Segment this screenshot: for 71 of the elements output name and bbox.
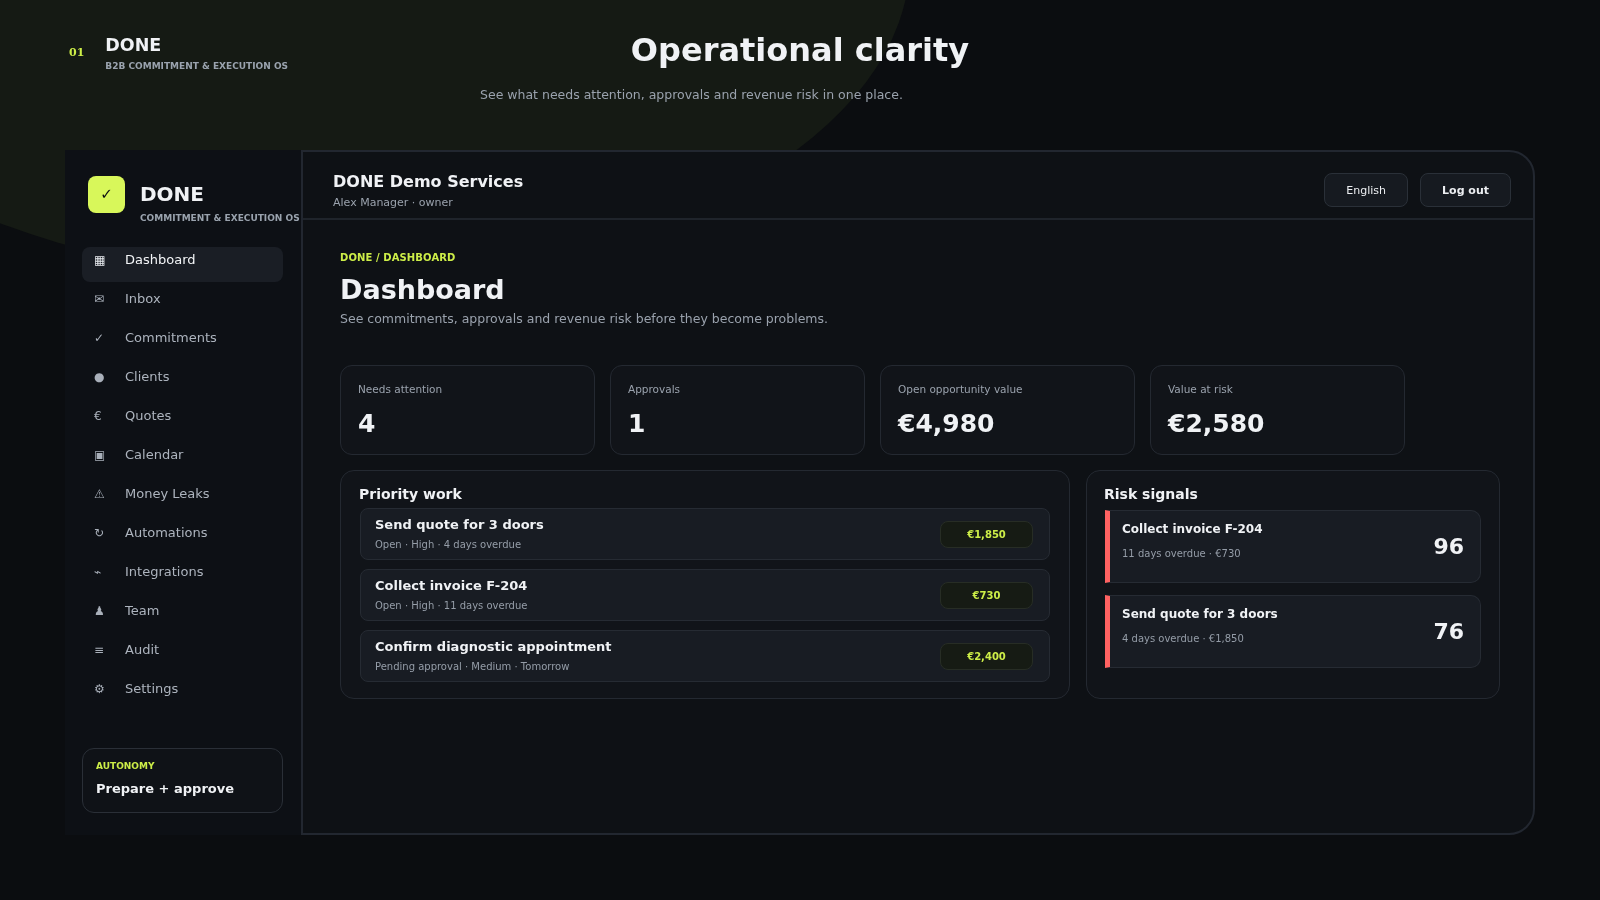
risk-title: Collect invoice F-204: [1122, 521, 1263, 538]
nav-item[interactable]: ✓ Commitments: [82, 325, 283, 360]
nav-item[interactable]: ⌁ Integrations: [82, 559, 283, 594]
checkmark-icon: ✓: [94, 332, 105, 344]
nav-item[interactable]: ≡ Audit: [82, 637, 283, 672]
amount-badge: €2,400: [940, 642, 1033, 670]
task-row[interactable]: Confirm diagnostic appointment Pending approval · Medium · Tomorrow €2,400: [360, 630, 1050, 682]
logout-button[interactable]: Log out: [1420, 173, 1511, 207]
autonomy-label: AUTONOMY: [96, 760, 156, 772]
gear-icon: ⚙: [94, 683, 105, 695]
amount-badge: €730: [940, 581, 1033, 609]
stat-label: Needs attention: [358, 382, 444, 397]
nav-item[interactable]: € Quotes: [82, 403, 283, 438]
step-number: 01: [69, 46, 85, 60]
brand-tagline: B2B COMMITMENT & EXECUTION OS: [105, 60, 289, 72]
nav-item[interactable]: ♟ Team: [82, 598, 283, 633]
grid-icon: ▦: [94, 254, 106, 266]
risk-meta: 4 days overdue · €1,850: [1122, 632, 1245, 646]
hero-subtitle: See what needs attention, approvals and revenue risk in one place.: [480, 86, 904, 104]
nav-item[interactable]: ▣ Calendar: [82, 442, 283, 477]
envelope-icon: ✉: [94, 293, 105, 305]
pawn-icon: ♟: [94, 605, 105, 617]
warning-icon: ⚠: [94, 488, 105, 500]
dot-icon: ●: [94, 371, 105, 383]
task-title: Collect invoice F-204: [375, 577, 528, 595]
language-button[interactable]: English: [1324, 173, 1409, 207]
stat-value: €4,980: [898, 409, 996, 439]
nav-item[interactable]: ↻ Automations: [82, 520, 283, 555]
risk-row[interactable]: Collect invoice F-204 11 days overdue · €730 96: [1105, 510, 1481, 583]
page-description: See commitments, approvals and revenue risk before they become problems.: [340, 310, 829, 328]
euro-icon: €: [94, 410, 102, 422]
autonomy-mode: Prepare + approve: [96, 780, 236, 798]
panel-title: Priority work: [359, 485, 463, 504]
stat-label: Value at risk: [1168, 382, 1234, 397]
brand-name: DONE: [105, 34, 163, 56]
checkmark-logo-icon: ✓: [88, 176, 125, 213]
lines-icon: ≡: [94, 644, 105, 656]
amount-badge: €1,850: [940, 520, 1033, 548]
task-row[interactable]: Send quote for 3 doors Open · High · 4 days overdue €1,850: [360, 508, 1050, 560]
risk-score: 96: [1433, 532, 1464, 561]
hero-title: Operational clarity: [629, 31, 971, 69]
refresh-icon: ↻: [94, 527, 105, 539]
stat-value: 1: [628, 409, 647, 439]
risk-score: 76: [1433, 617, 1464, 646]
risk-row[interactable]: Send quote for 3 doors 4 days overdue · €1,850 76: [1105, 595, 1481, 668]
task-meta: Open · High · 11 days overdue: [375, 599, 528, 613]
risk-title: Send quote for 3 doors: [1122, 606, 1278, 623]
app-name: DONE: [140, 182, 205, 206]
stat-label: Open opportunity value: [898, 382, 1024, 397]
nav-item[interactable]: ✉ Inbox: [82, 286, 283, 321]
task-meta: Pending approval · Medium · Tomorrow: [375, 660, 571, 674]
zigzag-icon: ⌁: [94, 566, 102, 578]
panel-title: Risk signals: [1104, 485, 1199, 504]
breadcrumb: DONE / DASHBOARD: [340, 251, 457, 265]
nav-item[interactable]: ⚠ Money Leaks: [82, 481, 283, 516]
task-row[interactable]: Collect invoice F-204 Open · High · 11 days overdue €730: [360, 569, 1050, 621]
task-title: Confirm diagnostic appointment: [375, 638, 612, 656]
stat-value: €2,580: [1168, 409, 1266, 439]
square-icon: ▣: [94, 449, 106, 461]
nav-item[interactable]: ⚙ Settings: [82, 676, 283, 711]
company-name: DONE Demo Services: [333, 172, 524, 192]
stat-value: 4: [358, 409, 377, 439]
task-title: Send quote for 3 doors: [375, 516, 544, 534]
stat-label: Approvals: [628, 382, 682, 397]
user-role: Alex Manager · owner: [333, 196, 454, 210]
risk-meta: 11 days overdue · €730: [1122, 547, 1242, 561]
app-tagline: COMMITMENT & EXECUTION OS: [140, 212, 300, 224]
page-title: Dashboard: [340, 273, 506, 307]
nav-item[interactable]: ● Clients: [82, 364, 283, 399]
task-meta: Open · High · 4 days overdue: [375, 538, 523, 552]
nav-item[interactable]: ▦ Dashboard: [82, 247, 283, 282]
